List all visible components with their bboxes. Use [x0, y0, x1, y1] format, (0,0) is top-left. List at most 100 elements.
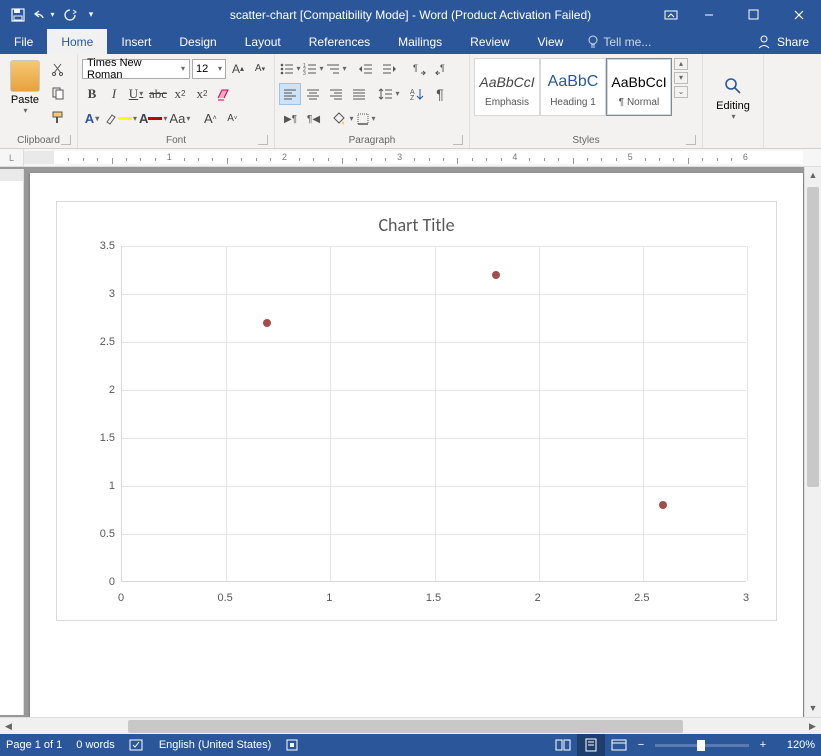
align-right-button[interactable]	[325, 83, 347, 105]
page[interactable]: Chart Title 00.511.522.533.500.511.522.5…	[30, 173, 803, 717]
styles-launcher[interactable]	[686, 135, 696, 145]
editing-button[interactable]: Editing	[716, 100, 750, 112]
horizontal-scrollbar[interactable]: ◀ ▶	[0, 717, 821, 734]
line-spacing-button[interactable]: ▾	[378, 83, 400, 105]
ltr-direction-button[interactable]: ¶	[408, 58, 430, 80]
text-effects-button[interactable]: A▾	[82, 109, 102, 129]
decrease-indent-button[interactable]	[355, 58, 377, 80]
increase-indent-button[interactable]	[378, 58, 400, 80]
ltr-paragraph-button[interactable]: ▶¶	[279, 108, 301, 130]
rtl-paragraph-button[interactable]: ¶◀	[302, 108, 324, 130]
ruler-corner[interactable]: L	[0, 149, 24, 166]
ribbon-display-options-button[interactable]	[656, 0, 686, 29]
hscroll-thumb[interactable]	[128, 720, 683, 733]
highlight-button[interactable]: ▾	[104, 109, 137, 129]
print-layout-button[interactable]	[577, 734, 605, 756]
italic-button[interactable]: I	[104, 84, 124, 104]
find-icon[interactable]	[723, 76, 743, 96]
horizontal-ruler[interactable]: 123456	[24, 151, 803, 164]
spell-check-status[interactable]	[129, 738, 145, 752]
font-size-selector[interactable]: 12▾	[192, 59, 226, 79]
paste-button[interactable]: Paste	[11, 94, 39, 106]
zoom-out-button[interactable]: −	[633, 739, 649, 751]
change-case-button[interactable]: Aa▾	[169, 109, 190, 129]
chart-data-point[interactable]	[492, 271, 500, 279]
save-button[interactable]	[6, 4, 30, 26]
tab-review[interactable]: Review	[456, 29, 523, 54]
word-count-status[interactable]: 0 words	[76, 739, 115, 751]
multilevel-list-button[interactable]: ▾	[325, 58, 347, 80]
bold-button[interactable]: B	[82, 84, 102, 104]
vertical-scrollbar[interactable]: ▲ ▼	[804, 167, 821, 717]
shrink-font-char-button[interactable]: A˅	[222, 109, 242, 129]
clear-formatting-button[interactable]	[214, 84, 234, 104]
align-center-button[interactable]	[302, 83, 324, 105]
style-normal[interactable]: AaBbCcI ¶ Normal	[606, 58, 672, 116]
tab-design[interactable]: Design	[165, 29, 230, 54]
scroll-left-button[interactable]: ◀	[0, 721, 17, 732]
vscroll-thumb[interactable]	[807, 187, 819, 487]
close-button[interactable]	[776, 0, 821, 29]
tab-view[interactable]: View	[524, 29, 578, 54]
paste-dropdown[interactable]: ▾	[23, 106, 27, 115]
tab-file[interactable]: File	[0, 29, 47, 54]
page-number-status[interactable]: Page 1 of 1	[6, 739, 62, 751]
shading-button[interactable]: ▾	[332, 108, 354, 130]
justify-button[interactable]	[348, 83, 370, 105]
editing-dropdown[interactable]: ▾	[731, 112, 735, 121]
scroll-down-button[interactable]: ▼	[805, 700, 821, 717]
clipboard-launcher[interactable]	[61, 135, 71, 145]
qat-customize-button[interactable]: ▾	[84, 4, 98, 26]
tab-insert[interactable]: Insert	[107, 29, 165, 54]
format-painter-button[interactable]	[48, 108, 68, 126]
paste-icon[interactable]	[10, 60, 40, 92]
plot-area[interactable]	[121, 246, 746, 582]
style-heading1[interactable]: AaBbC Heading 1	[540, 58, 606, 116]
tab-home[interactable]: Home	[47, 29, 107, 54]
zoom-level[interactable]: 120%	[771, 739, 815, 751]
sort-button[interactable]: AZ	[406, 83, 428, 105]
chart-object[interactable]: Chart Title 00.511.522.533.500.511.522.5…	[56, 201, 777, 621]
zoom-slider[interactable]	[655, 744, 749, 747]
shrink-font-button[interactable]: A▾	[250, 59, 270, 79]
grow-font-char-button[interactable]: A˄	[200, 109, 220, 129]
scroll-up-button[interactable]: ▲	[805, 167, 821, 184]
read-mode-button[interactable]	[549, 734, 577, 756]
grow-font-button[interactable]: A▴	[228, 59, 248, 79]
chart-title[interactable]: Chart Title	[67, 214, 766, 236]
show-hide-button[interactable]: ¶	[429, 83, 451, 105]
zoom-in-button[interactable]: +	[755, 739, 771, 751]
share-button[interactable]: Share	[745, 29, 821, 54]
tab-references[interactable]: References	[295, 29, 384, 54]
tab-layout[interactable]: Layout	[231, 29, 295, 54]
styles-gallery-more[interactable]: ▴▾⌄	[672, 58, 690, 98]
strikethrough-button[interactable]: abc	[148, 84, 168, 104]
font-color-button[interactable]: A▾	[139, 109, 167, 129]
minimize-button[interactable]	[686, 0, 731, 29]
undo-button[interactable]: ▾	[32, 4, 56, 26]
language-status[interactable]: English (United States)	[159, 739, 272, 751]
chart-data-point[interactable]	[659, 501, 667, 509]
borders-button[interactable]: ▾	[355, 108, 377, 130]
align-left-button[interactable]	[279, 83, 301, 105]
tell-me-search[interactable]: Tell me...	[577, 29, 651, 54]
style-emphasis[interactable]: AaBbCcI Emphasis	[474, 58, 540, 116]
macro-status[interactable]	[285, 738, 299, 752]
rtl-direction-button[interactable]: ¶	[431, 58, 453, 80]
subscript-button[interactable]: x2	[170, 84, 190, 104]
zoom-slider-handle[interactable]	[697, 740, 705, 751]
copy-button[interactable]	[48, 84, 68, 102]
tab-mailings[interactable]: Mailings	[384, 29, 456, 54]
redo-button[interactable]	[58, 4, 82, 26]
scroll-right-button[interactable]: ▶	[804, 721, 821, 732]
chart-data-point[interactable]	[263, 319, 271, 327]
bullets-button[interactable]: ▾	[279, 58, 301, 80]
web-layout-button[interactable]	[605, 734, 633, 756]
cut-button[interactable]	[48, 60, 68, 78]
vertical-ruler[interactable]	[0, 169, 24, 715]
maximize-button[interactable]	[731, 0, 776, 29]
numbering-button[interactable]: 123▾	[302, 58, 324, 80]
underline-button[interactable]: U▾	[126, 84, 146, 104]
superscript-button[interactable]: x2	[192, 84, 212, 104]
font-launcher[interactable]	[258, 135, 268, 145]
